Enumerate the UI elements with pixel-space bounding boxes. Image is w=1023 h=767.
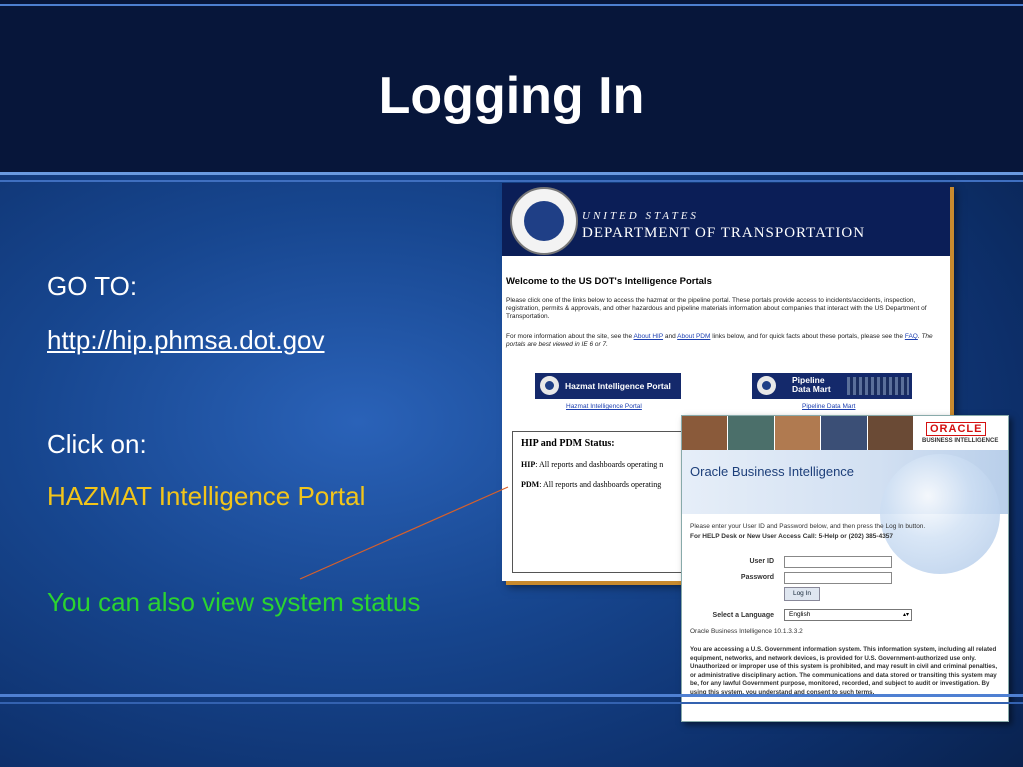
arrow-line [299, 486, 509, 580]
slide: Logging In GO TO: http://hip.phmsa.dot.g… [0, 0, 1023, 767]
pointer-arrow [299, 486, 509, 580]
divider [0, 694, 1023, 697]
divider [0, 702, 1023, 704]
